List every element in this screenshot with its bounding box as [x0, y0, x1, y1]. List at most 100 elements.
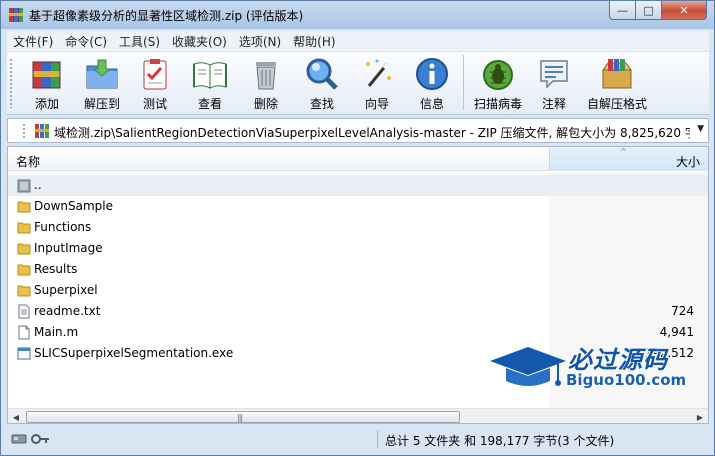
- view-label: 查看: [197, 97, 222, 111]
- window-title: 基于超像素级分析的显著性区域检测.zip (评估版本): [29, 9, 304, 23]
- scroll-left-arrow[interactable]: ◀: [8, 409, 24, 423]
- toolbar-separator: [463, 55, 464, 110]
- file-name: Main.m: [34, 325, 79, 339]
- parent-folder-icon: [17, 179, 31, 193]
- list-item-folder[interactable]: InputImage: [8, 238, 708, 259]
- column-header-name[interactable]: 名称: [16, 153, 40, 170]
- graduation-cap-logo-icon: [490, 347, 566, 386]
- file-name: ..: [34, 178, 42, 192]
- status-separator: [377, 430, 378, 448]
- menu-commands[interactable]: 命令(C): [59, 33, 113, 50]
- virus-scan-bug-icon: [483, 60, 513, 90]
- comment-label: 注释: [541, 97, 566, 111]
- wizard-label: 向导: [364, 97, 389, 111]
- trash-icon: [256, 62, 276, 90]
- maximize-icon: □: [643, 3, 654, 17]
- add-label: 添加: [34, 97, 59, 111]
- list-item-parent[interactable]: ..: [8, 175, 708, 196]
- wizard-wand-icon: [366, 59, 391, 87]
- scroll-right-arrow[interactable]: ▶: [692, 409, 708, 423]
- wizard-button[interactable]: 向导: [353, 54, 401, 112]
- folder-icon: [17, 264, 31, 276]
- info-button[interactable]: 信息: [407, 54, 457, 112]
- folder-icon: [17, 222, 31, 234]
- address-bar[interactable]: 域检测.zip\SalientRegionDetectionViaSuperpi…: [7, 118, 709, 143]
- sfx-box-icon: [602, 59, 632, 89]
- text-file-icon: [18, 304, 30, 319]
- find-button[interactable]: 查找: [297, 54, 347, 112]
- info-label: 信息: [419, 97, 444, 111]
- file-name: Functions: [34, 220, 92, 234]
- menu-file[interactable]: 文件(F): [7, 33, 59, 50]
- list-item-folder[interactable]: DownSample: [8, 196, 708, 217]
- scrollbar-grip: |||: [237, 413, 243, 422]
- column-header-size-cell[interactable]: ^ 大小: [549, 147, 708, 171]
- title-bar[interactable]: 基于超像素级分析的显著性区域检测.zip (评估版本) — □ ✕: [1, 1, 714, 29]
- view-button[interactable]: 查看: [185, 54, 235, 112]
- sfx-label: 自解压格式: [586, 97, 647, 111]
- close-icon: ✕: [679, 3, 689, 17]
- folder-icon: [17, 243, 31, 255]
- test-button[interactable]: 测试: [131, 54, 179, 112]
- folder-icon: [17, 285, 31, 297]
- minimize-icon: —: [617, 3, 628, 17]
- list-item-folder[interactable]: Superpixel: [8, 280, 708, 301]
- find-label: 查找: [309, 97, 334, 111]
- winrar-app-icon: [9, 8, 23, 22]
- folder-icon: [17, 201, 31, 213]
- toolbar-grip[interactable]: [9, 58, 13, 108]
- address-path: 域检测.zip\SalientRegionDetectionViaSuperpi…: [54, 126, 690, 140]
- comment-button[interactable]: 注释: [533, 54, 575, 112]
- app-window: 基于超像素级分析的显著性区域检测.zip (评估版本) — □ ✕ 文件(F) …: [0, 0, 715, 456]
- maximize-button[interactable]: □: [635, 1, 662, 20]
- watermark-title: 必过源码: [568, 346, 668, 374]
- add-archive-icon: [32, 61, 61, 89]
- file-name: DownSample: [34, 199, 113, 213]
- menu-bar: 文件(F) 命令(C) 工具(S) 收藏夹(O) 选项(N) 帮助(H): [7, 31, 709, 51]
- file-size: 724: [671, 304, 694, 318]
- file-name: readme.txt: [34, 304, 101, 318]
- view-book-icon: [193, 62, 227, 89]
- comment-icon: [540, 60, 568, 89]
- delete-label: 删除: [253, 97, 278, 111]
- find-magnifier-icon: [306, 58, 338, 90]
- sort-ascending-icon: ^: [620, 147, 627, 156]
- close-button[interactable]: ✕: [661, 1, 707, 20]
- list-item-folder[interactable]: Functions: [8, 217, 708, 238]
- file-name: InputImage: [34, 241, 103, 255]
- chevron-down-icon[interactable]: ▼: [697, 124, 704, 134]
- menu-options[interactable]: 选项(N): [233, 33, 287, 50]
- file-name: Results: [34, 262, 78, 276]
- status-bar: 总计 5 文件夹 和 198,177 字节(3 个文件): [7, 428, 709, 450]
- status-summary: 总计 5 文件夹 和 198,177 字节(3 个文件): [385, 434, 615, 448]
- extract-to-button[interactable]: 解压到: [77, 54, 127, 112]
- archive-icon: [35, 124, 49, 138]
- column-header-size: 大小: [675, 155, 700, 169]
- menu-help[interactable]: 帮助(H): [287, 33, 341, 50]
- info-icon: [416, 58, 448, 90]
- exe-file-icon: [17, 347, 31, 360]
- list-header: 名称 ^ 大小: [8, 147, 708, 171]
- drive-key-icon: [11, 434, 49, 444]
- delete-button[interactable]: 删除: [241, 54, 291, 112]
- menu-favorites[interactable]: 收藏夹(O): [166, 33, 233, 50]
- watermark: 必过源码 Biguo100.com: [488, 337, 703, 397]
- test-icon: [143, 59, 167, 90]
- file-name: SLICSuperpixelSegmentation.exe: [34, 346, 234, 360]
- extract-to-label: 解压到: [83, 97, 120, 111]
- toolbar: 添加 解压到 测试 查看 删除 查找 向导 信息 扫描病毒 注释 自解压格式: [7, 52, 709, 115]
- scrollbar-thumb[interactable]: |||: [26, 411, 460, 423]
- add-button[interactable]: 添加: [21, 54, 73, 112]
- list-item-file[interactable]: readme.txt 724: [8, 301, 708, 322]
- list-item-folder[interactable]: Results: [8, 259, 708, 280]
- file-icon: [18, 325, 30, 340]
- horizontal-scrollbar[interactable]: ◀ ||| ▶: [8, 408, 708, 423]
- test-label: 测试: [142, 97, 167, 111]
- sfx-button[interactable]: 自解压格式: [579, 54, 655, 112]
- watermark-url: Biguo100.com: [566, 371, 687, 389]
- extract-to-icon: [86, 59, 118, 89]
- menu-tools[interactable]: 工具(S): [113, 33, 166, 50]
- virus-scan-button[interactable]: 扫描病毒: [467, 54, 529, 112]
- file-name: Superpixel: [34, 283, 98, 297]
- minimize-button[interactable]: —: [609, 1, 636, 20]
